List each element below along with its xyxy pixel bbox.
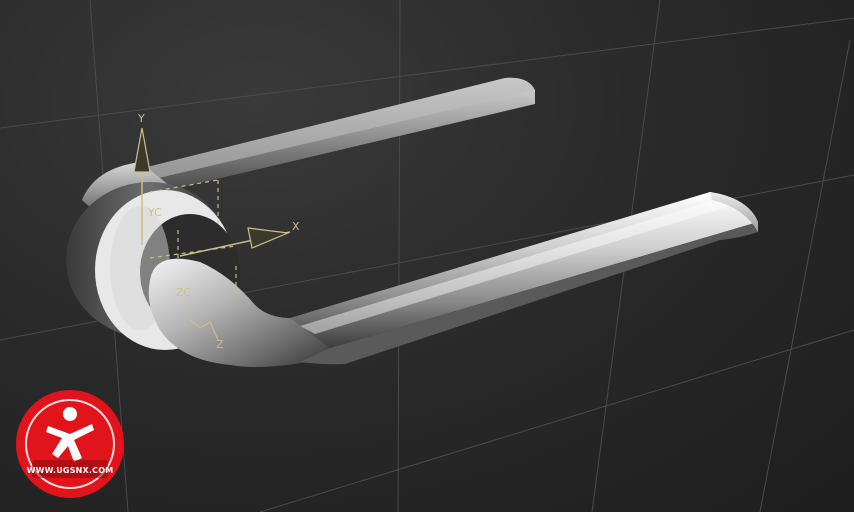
y-axis-cone: [133, 127, 151, 173]
ugsnx-logo-icon: [16, 390, 124, 498]
x-axis-cone: [247, 227, 291, 249]
watermark-url: WWW.UGSNX.COM: [26, 466, 114, 475]
y-axis-label: Y: [137, 112, 145, 125]
ugsnx-watermark: WWW.UGSNX.COM: [10, 384, 130, 504]
front-lever-bar-side: [300, 222, 758, 365]
grid-line: [759, 39, 851, 512]
front-lever[interactable]: [148, 192, 758, 368]
zc-axis-label: ZC: [176, 286, 192, 299]
z-axis-label: Z: [216, 338, 224, 351]
rear-lever-top-face: [135, 77, 535, 180]
x-axis-label: X: [292, 220, 300, 233]
front-lever-highlight: [300, 200, 730, 334]
graphics-viewport[interactable]: Y X YC ZC Z WWW.UGSNX.COM: [0, 0, 854, 512]
yc-axis-label: YC: [147, 206, 162, 219]
